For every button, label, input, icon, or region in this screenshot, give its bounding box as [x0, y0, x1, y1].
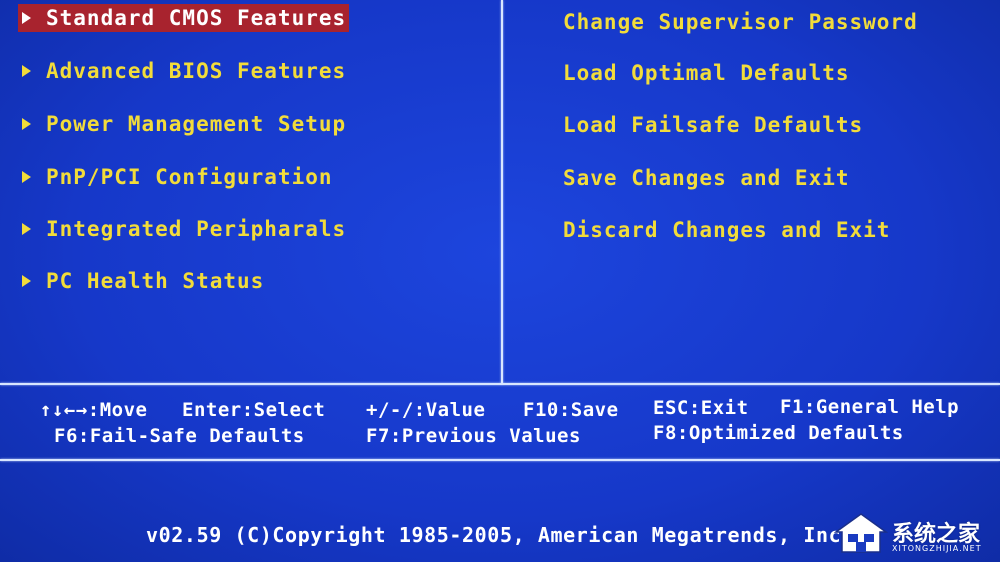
menu-item-change-supervisor-password[interactable]: Change Supervisor Password — [563, 8, 918, 36]
menu-item-label: Save Changes and Exit — [563, 166, 850, 190]
help-move: ↑↓←→:Move — [40, 399, 148, 421]
center-divider — [501, 0, 503, 384]
bios-setup-screen: Standard CMOS Features Advanced BIOS Fea… — [0, 0, 1000, 562]
help-exit: ESC:Exit — [653, 397, 749, 419]
triangle-right-icon — [22, 118, 31, 130]
menu-item-discard-and-exit[interactable]: Discard Changes and Exit — [563, 216, 890, 244]
menu-item-advanced-bios[interactable]: Advanced BIOS Features — [20, 57, 346, 85]
help-select: Enter:Select — [182, 399, 326, 421]
menu-item-label: Power Management Setup — [46, 112, 347, 136]
house-logo-icon — [834, 513, 888, 553]
menu-item-label: PnP/PCI Configuration — [46, 165, 333, 189]
help-general: F1:General Help — [780, 396, 960, 418]
menu-item-integrated-peripherals[interactable]: Integrated Peripharals — [20, 215, 346, 243]
help-previous: F7:Previous Values — [366, 425, 581, 447]
menu-item-label: Change Supervisor Password — [563, 10, 918, 34]
menu-bottom-border — [0, 383, 1000, 385]
menu-item-pnp-pci[interactable]: PnP/PCI Configuration — [20, 163, 333, 191]
menu-item-power-management[interactable]: Power Management Setup — [20, 110, 346, 138]
menu-item-load-failsafe-defaults[interactable]: Load Failsafe Defaults — [563, 111, 863, 139]
triangle-right-icon — [22, 65, 31, 77]
menu-item-label: PC Health Status — [46, 269, 265, 293]
menu-item-pc-health[interactable]: PC Health Status — [20, 267, 264, 295]
menu-item-label: Load Failsafe Defaults — [563, 113, 864, 137]
help-optimized: F8:Optimized Defaults — [653, 422, 904, 444]
menu-item-standard-cmos[interactable]: Standard CMOS Features — [18, 4, 350, 32]
triangle-right-icon — [22, 223, 31, 235]
help-save: F10:Save — [523, 399, 619, 421]
triangle-right-icon — [22, 12, 31, 24]
triangle-right-icon — [22, 171, 31, 183]
help-value: +/-/:Value — [366, 399, 486, 421]
menu-item-load-optimal-defaults[interactable]: Load Optimal Defaults — [563, 59, 850, 87]
menu-item-save-and-exit[interactable]: Save Changes and Exit — [563, 164, 850, 192]
triangle-right-icon — [22, 275, 31, 287]
menu-item-label: Discard Changes and Exit — [563, 218, 891, 242]
help-bottom-border — [0, 459, 1000, 461]
menu-item-label: Load Optimal Defaults — [563, 61, 850, 85]
watermark: 系统之家 XITONGZHIJIA.NET — [834, 510, 994, 558]
menu-item-label: Standard CMOS Features — [46, 6, 347, 30]
menu-item-label: Advanced BIOS Features — [46, 59, 347, 83]
menu-item-label: Integrated Peripharals — [46, 217, 347, 241]
help-failsafe: F6:Fail-Safe Defaults — [54, 425, 305, 447]
watermark-subtext: XITONGZHIJIA.NET — [892, 544, 982, 553]
copyright-text: v02.59 (C)Copyright 1985-2005, American … — [146, 523, 854, 547]
